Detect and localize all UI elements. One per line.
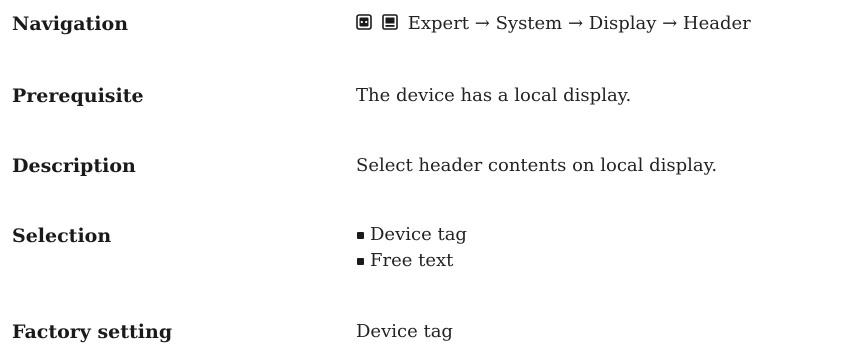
description-row: Description Select header contents on lo…	[0, 152, 856, 182]
description-value: Select header contents on local display.	[356, 155, 718, 176]
navigation-icons	[356, 8, 398, 36]
local-display-icon	[381, 14, 398, 30]
selection-values: Device tag Free text	[356, 222, 467, 274]
factory-setting-row: Factory setting Device tag	[0, 318, 856, 348]
factory-setting-value: Device tag	[356, 321, 453, 342]
display-module-icon	[356, 14, 372, 30]
bullet-icon	[357, 258, 364, 265]
prerequisite-value: The device has a local display.	[356, 85, 632, 106]
prerequisite-label: Prerequisite	[12, 85, 144, 107]
selection-list: Device tag Free text	[356, 222, 467, 274]
selection-option-label: Free text	[370, 250, 454, 271]
selection-option-label: Device tag	[370, 224, 467, 245]
selection-option: Device tag	[356, 222, 467, 248]
bullet-icon	[357, 232, 364, 239]
selection-label: Selection	[12, 225, 112, 247]
navigation-value: Expert → System → Display → Header	[356, 10, 751, 38]
factory-setting-label: Factory setting	[12, 321, 173, 343]
navigation-label: Navigation	[12, 13, 129, 35]
navigation-row: Navigation Expert → System → Display → H…	[0, 10, 856, 40]
selection-row: Selection Device tag Free text	[0, 222, 856, 271]
selection-option: Free text	[356, 248, 467, 274]
prerequisite-row: Prerequisite The device has a local disp…	[0, 82, 856, 112]
description-label: Description	[12, 155, 136, 177]
navigation-path: Expert → System → Display → Header	[407, 13, 751, 34]
